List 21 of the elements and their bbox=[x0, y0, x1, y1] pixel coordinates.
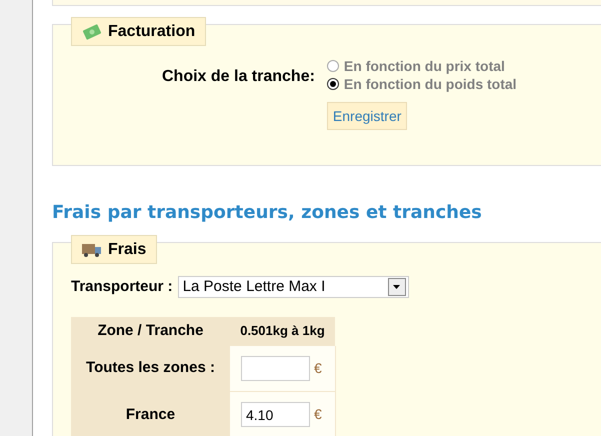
radio-button[interactable] bbox=[326, 60, 339, 72]
save-button[interactable]: Enregistrer bbox=[326, 102, 408, 130]
column-header: 0.501kg à 1kg bbox=[230, 316, 335, 346]
radio-label: En fonction du prix total bbox=[344, 56, 505, 76]
field-label: Choix de la tranche: bbox=[162, 67, 315, 87]
zone-cell: France bbox=[71, 392, 230, 436]
price-field[interactable] bbox=[241, 356, 310, 381]
caret-icon bbox=[393, 285, 400, 290]
currency-symbol: € bbox=[314, 358, 322, 378]
truck-icon bbox=[82, 242, 102, 256]
price-field[interactable]: 4.10 bbox=[241, 402, 310, 428]
carrier-select[interactable]: La Poste Lettre Max I bbox=[178, 276, 409, 298]
zone-cell: Toutes les zones : bbox=[71, 346, 230, 392]
section-heading: Frais par transporteurs, zones et tranches bbox=[52, 202, 483, 224]
field-label: Transporteur : bbox=[71, 277, 173, 297]
section-legend: Facturation bbox=[71, 17, 206, 46]
column-header: Zone / Tranche bbox=[71, 316, 230, 346]
radio-button[interactable] bbox=[326, 78, 339, 90]
currency-symbol: € bbox=[314, 405, 322, 424]
section-legend: Frais bbox=[71, 235, 158, 264]
radio-label: En fonction du poids total bbox=[344, 74, 517, 94]
